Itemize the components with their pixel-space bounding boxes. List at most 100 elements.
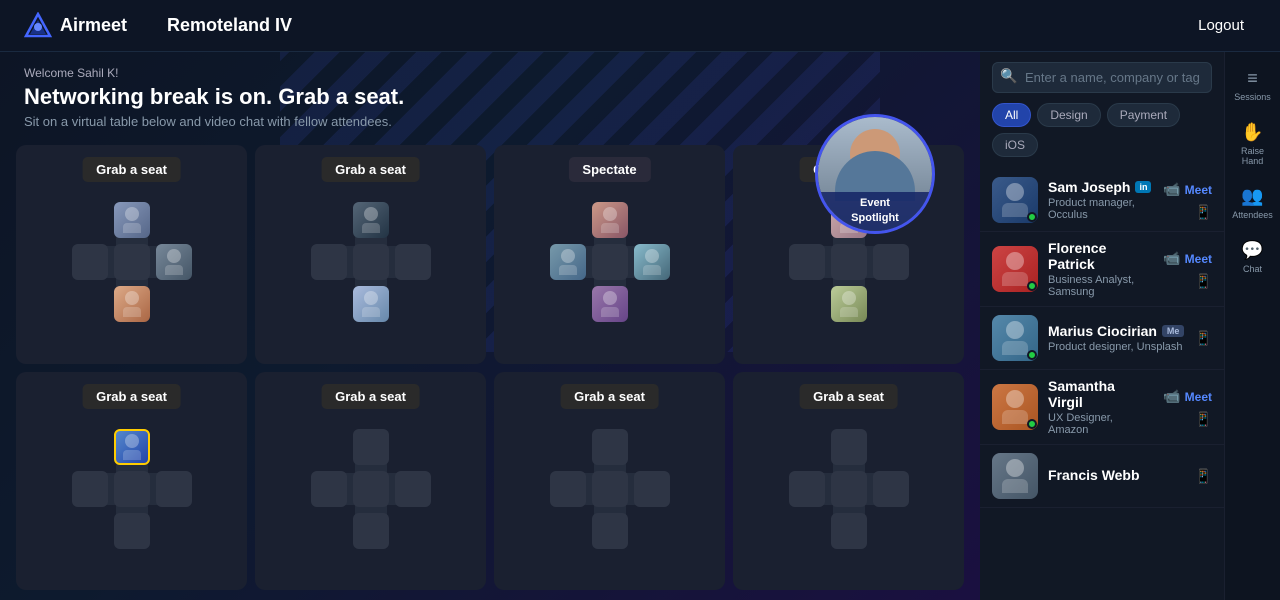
search-input[interactable]: [992, 62, 1212, 93]
person-head: [561, 249, 575, 263]
device-icon: 📱: [1195, 330, 1212, 347]
raise-hand-icon: ✋: [1241, 122, 1263, 143]
welcome-text: Welcome Sahil K!: [24, 66, 956, 80]
sidebar-icon-raise-hand[interactable]: ✋Raise Hand: [1228, 114, 1278, 174]
grab-seat-button[interactable]: Grab a seat: [82, 157, 181, 182]
device-icon: 📱: [1195, 411, 1212, 428]
attendee-item: Francis Webb 📱: [980, 445, 1224, 508]
attendee-info: Samantha VirgilUX Designer, Amazon: [1048, 378, 1153, 436]
attendee-info: Francis Webb: [1048, 467, 1185, 485]
grab-seat-button[interactable]: Grab a seat: [321, 384, 420, 409]
online-indicator: [1027, 419, 1037, 429]
attendee-name: Marius CiocirianMe: [1048, 323, 1185, 339]
attendee-item: Samantha VirgilUX Designer, Amazon 📹Meet 📱: [980, 370, 1224, 445]
person-body: [840, 307, 858, 317]
seat-left: [550, 244, 586, 280]
attendee-name: Florence Patrick: [1048, 240, 1153, 272]
table-cross-center: [831, 244, 867, 280]
tag-filter-ios[interactable]: iOS: [992, 133, 1038, 157]
person-body: [123, 307, 141, 317]
person-shape: [114, 286, 150, 322]
subtext: Sit on a virtual table below and video c…: [24, 114, 956, 129]
seat-right: [156, 471, 192, 507]
grab-seat-button[interactable]: Grab a seat: [82, 384, 181, 409]
online-indicator: [1027, 350, 1037, 360]
search-bar: 🔍: [980, 52, 1224, 99]
tag-filter-all[interactable]: All: [992, 103, 1031, 127]
grab-seat-button[interactable]: Grab a seat: [321, 157, 420, 182]
seat-top: [592, 429, 628, 465]
person-body: [165, 265, 183, 275]
seat-top: [592, 202, 628, 238]
person-body: [123, 223, 141, 233]
seat-right: [634, 244, 670, 280]
table-cross-center: [592, 244, 628, 280]
seat-top: [353, 429, 389, 465]
seat-top: [831, 429, 867, 465]
person-shape: [114, 202, 150, 238]
tag-filter-payment[interactable]: Payment: [1107, 103, 1180, 127]
sidebar-icon-sessions[interactable]: ≡Sessions: [1228, 60, 1278, 110]
sidebar-icon-chat[interactable]: 💬Chat: [1228, 232, 1278, 282]
linkedin-badge: in: [1135, 181, 1151, 193]
meet-button[interactable]: 📹Meet: [1163, 248, 1212, 269]
attendee-avatar: [992, 384, 1038, 430]
seat-bottom: [592, 286, 628, 322]
seat-right: [873, 471, 909, 507]
tag-filter-design[interactable]: Design: [1037, 103, 1100, 127]
event-title: Remoteland IV: [167, 15, 292, 36]
video-icon: 📹: [1163, 181, 1180, 198]
seat-bottom: [114, 513, 150, 549]
grab-seat-button[interactable]: Grab a seat: [560, 384, 659, 409]
person-body: [559, 265, 577, 275]
attendee-role: Product designer, Unsplash: [1048, 341, 1185, 353]
table-shape: [311, 202, 431, 322]
meet-button[interactable]: 📹Meet: [1163, 386, 1212, 407]
table-cross-center: [592, 471, 628, 507]
sidebar-icon-label: Sessions: [1234, 92, 1271, 102]
table-cross-center: [353, 471, 389, 507]
meet-button[interactable]: 📹Meet: [1163, 179, 1212, 200]
sidebar-icon-attendees[interactable]: 👥 Attendees: [1228, 178, 1278, 228]
attendee-actions: 📹Meet📱: [1163, 179, 1212, 221]
attendee-role: Business Analyst, Samsung: [1048, 274, 1153, 298]
chat-icon: 💬: [1241, 240, 1263, 261]
person-head: [125, 207, 139, 221]
online-indicator: [1027, 212, 1037, 222]
logout-button[interactable]: Logout: [1186, 11, 1256, 40]
spotlight-label: Event Spotlight: [818, 192, 932, 231]
attendee-actions: 📱: [1195, 468, 1212, 485]
headline: Networking break is on. Grab a seat.: [24, 84, 956, 110]
attendee-info: Florence PatrickBusiness Analyst, Samsun…: [1048, 240, 1153, 298]
video-icon: 📹: [1163, 250, 1180, 267]
seat-right: [873, 244, 909, 280]
seat-top: [353, 202, 389, 238]
person-head: [364, 207, 378, 221]
attendee-info: Marius CiocirianMe Product designer, Unsp…: [1048, 323, 1185, 353]
tag-filters: AllDesign Payment iOS: [980, 99, 1224, 165]
table-shape: [789, 429, 909, 549]
seat-bottom: [114, 286, 150, 322]
search-icon: 🔍: [1000, 67, 1017, 84]
table-card-5: Grab a seat: [16, 372, 247, 591]
person-shape: [550, 244, 586, 280]
sidebar-icon-label: Attendees: [1232, 210, 1273, 220]
me-badge: Me: [1162, 325, 1185, 337]
seat-top: [114, 202, 150, 238]
person-shape: [592, 202, 628, 238]
grab-seat-button[interactable]: Grab a seat: [799, 384, 898, 409]
table-cross-center: [114, 244, 150, 280]
spectate-button[interactable]: Spectate: [568, 157, 650, 182]
online-indicator: [1027, 281, 1037, 291]
table-card-6: Grab a seat: [255, 372, 486, 591]
event-spotlight[interactable]: Event Spotlight: [815, 114, 935, 234]
person-body: [362, 307, 380, 317]
seat-top: [114, 429, 150, 465]
attendees-icon: 👥: [1241, 186, 1263, 207]
seat-bottom: [831, 513, 867, 549]
logo-area: Airmeet: [24, 12, 127, 40]
attendee-avatar: [992, 177, 1038, 223]
table-card-2: Grab a seat: [255, 145, 486, 364]
attendee-actions: 📱: [1195, 330, 1212, 347]
attendee-item: Marius CiocirianMe Product designer, Unsp…: [980, 307, 1224, 370]
